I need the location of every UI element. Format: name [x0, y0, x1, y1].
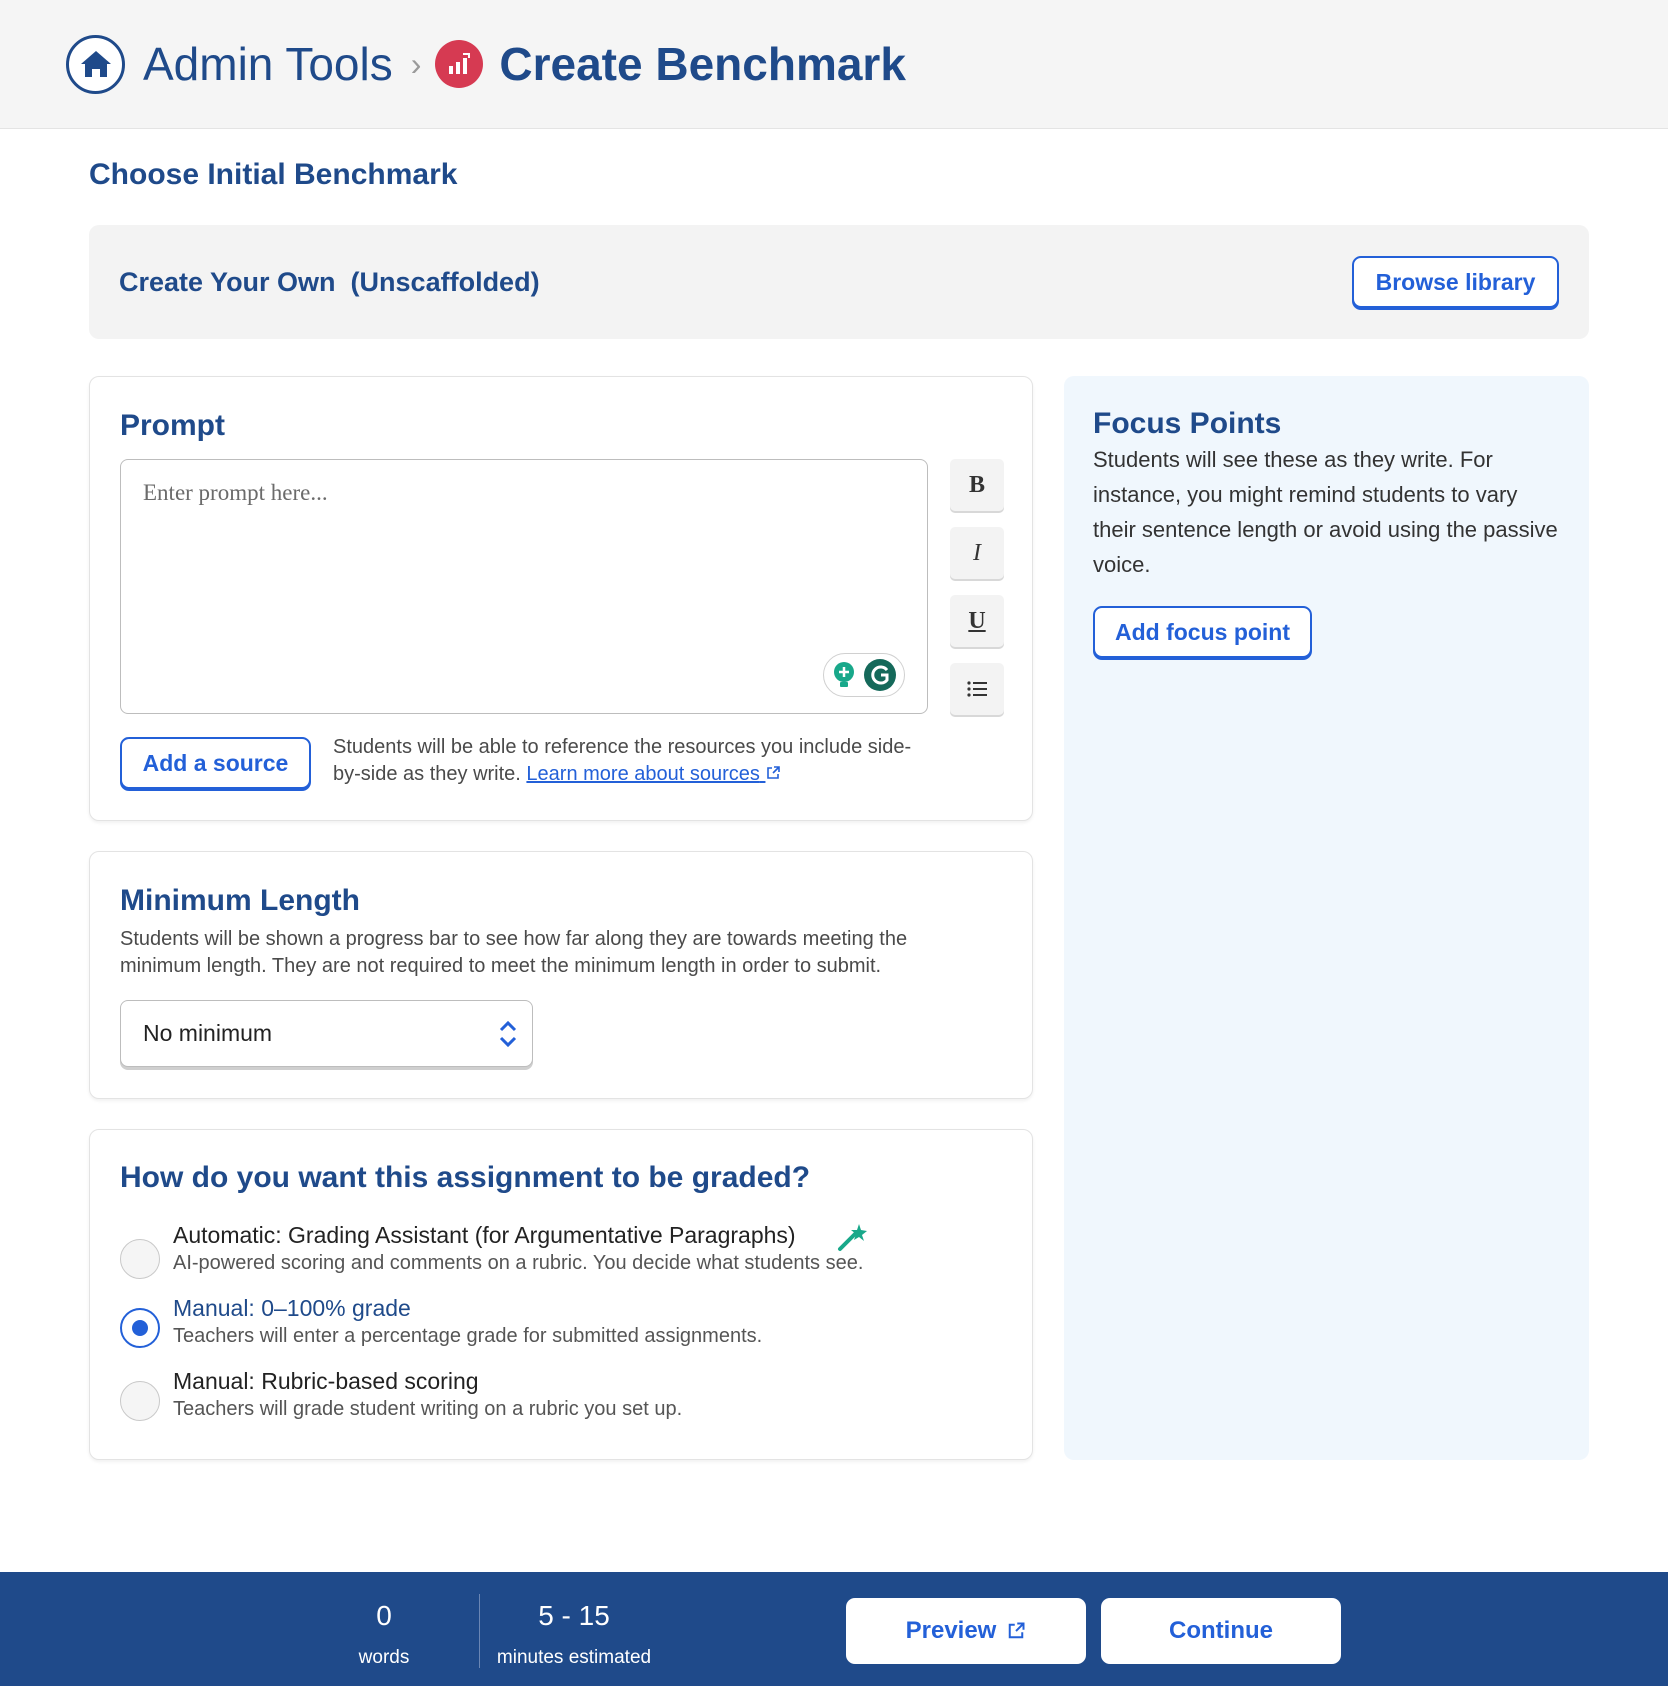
- focus-points-description: Students will see these as they write. F…: [1093, 447, 1558, 577]
- minimum-length-description: Students will be shown a progress bar to…: [120, 928, 908, 977]
- grading-option-desc: AI-powered scoring and comments on a rub…: [173, 1252, 864, 1274]
- focus-points-panel: Focus Points Students will see these as …: [1064, 376, 1589, 1460]
- word-count-stat: 0 words: [334, 1572, 434, 1686]
- prompt-editor[interactable]: Enter prompt here...: [120, 459, 928, 714]
- create-own-bar: Create Your Own (Unscaffolded) Browse li…: [89, 225, 1589, 339]
- browse-library-button[interactable]: Browse library: [1352, 256, 1559, 308]
- app-header: Admin Tools › Create Benchmark: [0, 0, 1668, 129]
- add-source-button[interactable]: Add a source: [120, 737, 311, 789]
- radio-manual-percent[interactable]: [120, 1308, 160, 1348]
- section-title: Choose Initial Benchmark: [89, 158, 458, 191]
- magic-wand-icon: [838, 1224, 867, 1251]
- bar-chart-icon: [435, 40, 484, 88]
- prompt-placeholder: Enter prompt here...: [143, 480, 328, 505]
- time-estimate-label: minutes estimated: [496, 1647, 652, 1668]
- grading-option-automatic[interactable]: Automatic: Grading Assistant (for Argume…: [120, 1222, 970, 1288]
- grammarly-widget[interactable]: [823, 653, 905, 697]
- learn-more-sources-link[interactable]: Learn more about sources: [526, 763, 781, 785]
- grading-title: How do you want this assignment to be gr…: [120, 1161, 811, 1194]
- italic-button[interactable]: I: [950, 527, 1004, 579]
- word-count-value: 0: [376, 1600, 392, 1631]
- bold-button[interactable]: B: [950, 459, 1004, 511]
- time-estimate-value: 5 - 15: [538, 1600, 610, 1631]
- time-estimate-stat: 5 - 15 minutes estimated: [486, 1572, 662, 1686]
- grammarly-icon: [864, 659, 896, 691]
- underline-button[interactable]: U: [950, 595, 1004, 647]
- minimum-length-title: Minimum Length: [120, 884, 360, 917]
- breadcrumb-admin-tools[interactable]: Admin Tools: [143, 37, 393, 91]
- learn-more-label: Learn more about sources: [526, 763, 760, 785]
- prompt-title: Prompt: [120, 409, 225, 442]
- grading-option-title: Manual: Rubric-based scoring: [173, 1368, 479, 1394]
- grading-option-manual-rubric[interactable]: Manual: Rubric-based scoring Teachers wi…: [120, 1368, 970, 1434]
- chevron-right-icon: ›: [410, 45, 422, 82]
- add-focus-point-button[interactable]: Add focus point: [1093, 606, 1312, 658]
- minimum-length-select[interactable]: No minimum: [120, 1000, 533, 1067]
- preview-label: Preview: [905, 1617, 997, 1644]
- grading-option-title: Automatic: Grading Assistant (for Argume…: [173, 1222, 796, 1248]
- list-icon: [967, 681, 987, 697]
- grading-option-manual-percent[interactable]: Manual: 0–100% grade Teachers will enter…: [120, 1295, 970, 1361]
- source-help-text: Students will be able to reference the r…: [333, 734, 923, 788]
- home-icon[interactable]: [66, 34, 125, 94]
- external-link-icon: [767, 766, 781, 779]
- radio-automatic[interactable]: [120, 1239, 160, 1279]
- prompt-card: Prompt Enter prompt here... B I U Add a …: [89, 376, 1033, 821]
- grading-card: How do you want this assignment to be gr…: [89, 1129, 1033, 1460]
- footer-bar: 0 words 5 - 15 minutes estimated Preview…: [0, 1572, 1668, 1686]
- bullet-list-button[interactable]: [950, 663, 1004, 715]
- select-caret-icon: [499, 1020, 517, 1048]
- external-link-icon: [1009, 1622, 1025, 1639]
- grading-option-title: Manual: 0–100% grade: [173, 1295, 411, 1321]
- minimum-length-value: No minimum: [143, 1020, 273, 1046]
- grading-option-desc: Teachers will enter a percentage grade f…: [173, 1325, 763, 1347]
- focus-points-title: Focus Points: [1093, 407, 1282, 440]
- create-own-title: Create Your Own (Unscaffolded): [119, 266, 540, 297]
- preview-button[interactable]: Preview: [846, 1598, 1086, 1664]
- page-title: Create Benchmark: [499, 38, 906, 90]
- footer-divider: [479, 1594, 480, 1668]
- radio-manual-rubric[interactable]: [120, 1381, 160, 1421]
- word-count-label: words: [358, 1647, 410, 1668]
- lightbulb-icon: [834, 662, 854, 687]
- grading-option-desc: Teachers will grade student writing on a…: [173, 1398, 683, 1420]
- continue-button[interactable]: Continue: [1101, 1598, 1341, 1664]
- minimum-length-card: Minimum Length Students will be shown a …: [89, 851, 1033, 1099]
